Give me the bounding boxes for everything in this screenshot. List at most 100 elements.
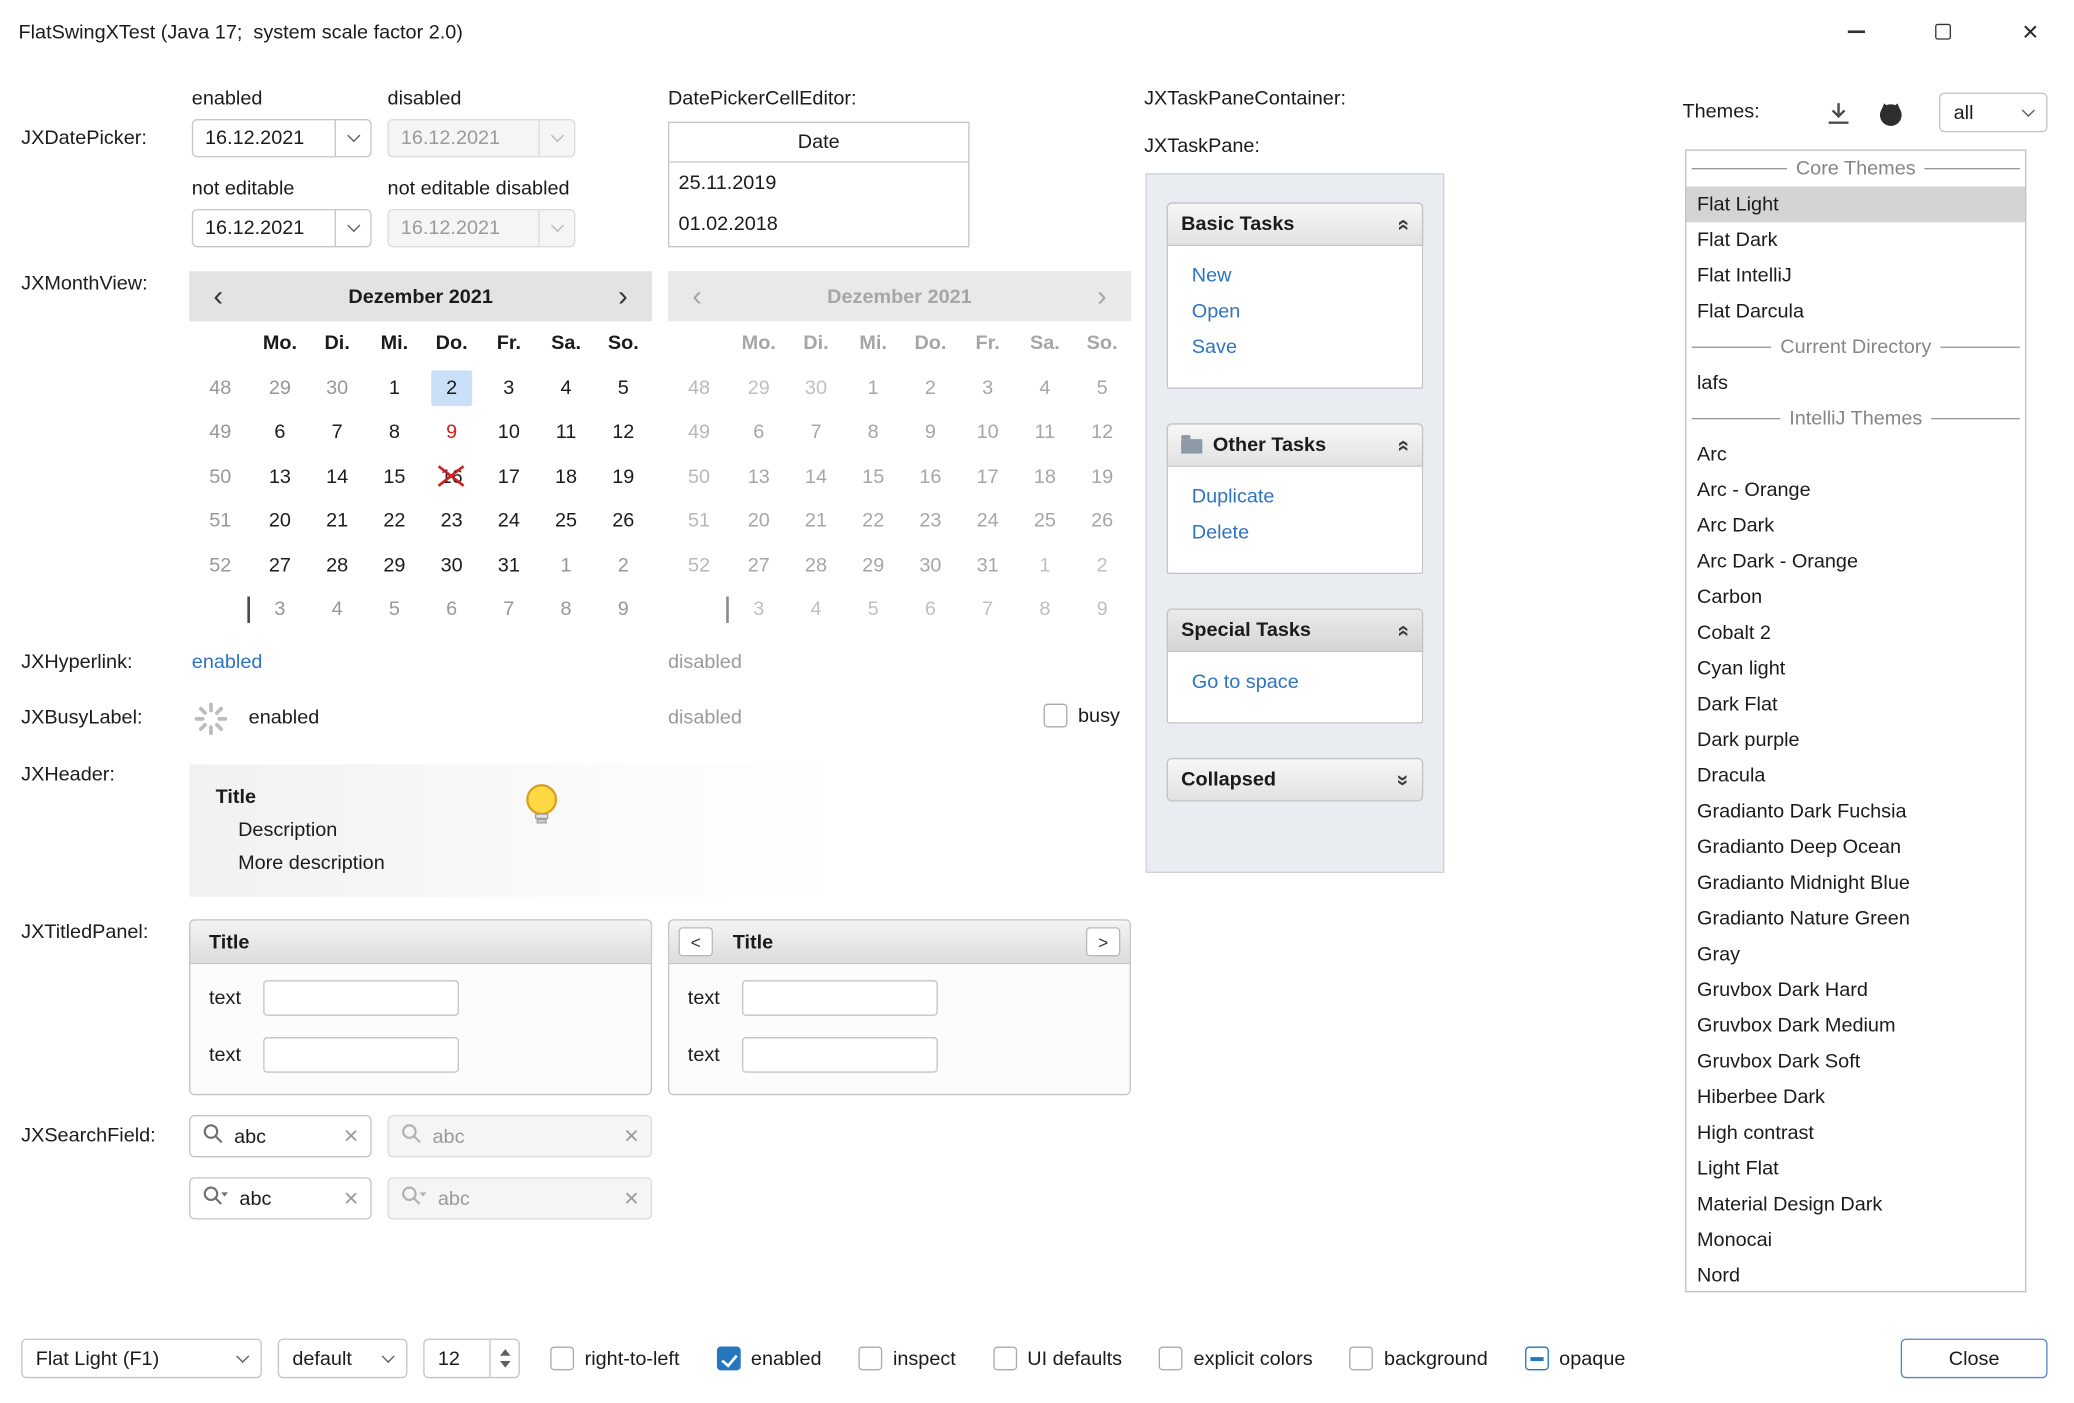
checkbox-enabled[interactable]: enabled	[717, 1347, 822, 1371]
theme-list-item[interactable]: Hiberbee Dark	[1686, 1079, 2025, 1115]
taskpane-header[interactable]: Collapsed«	[1167, 758, 1424, 802]
day-cell[interactable]: 1	[537, 543, 594, 587]
theme-list-item[interactable]: Arc - Orange	[1686, 472, 2025, 508]
checkbox-right-to-left[interactable]: right-to-left	[550, 1347, 679, 1371]
theme-list-item[interactable]: Flat Light	[1686, 187, 2025, 223]
search-dropdown-icon[interactable]	[202, 1185, 228, 1211]
day-cell[interactable]: 10	[480, 410, 537, 454]
day-cell[interactable]: 6	[423, 587, 480, 631]
theme-list-item[interactable]: lafs	[1686, 365, 2025, 401]
taskpane-header[interactable]: Basic Tasks«	[1167, 202, 1424, 246]
theme-list-item[interactable]: Gruvbox Dark Medium	[1686, 1008, 2025, 1044]
task-link[interactable]: Duplicate	[1168, 479, 1422, 515]
theme-list-item[interactable]: Cobalt 2	[1686, 615, 2025, 651]
next-month-icon[interactable]: ›	[594, 282, 652, 311]
theme-list-item[interactable]: Nord	[1686, 1258, 2025, 1292]
task-link[interactable]: Open	[1168, 294, 1422, 330]
datepicker-not-editable[interactable]: 16.12.2021	[192, 209, 372, 247]
theme-list-item[interactable]: Gruvbox Dark Hard	[1686, 972, 2025, 1008]
search-field-dropdown-enabled[interactable]: abc ×	[189, 1177, 372, 1219]
spinner-down-icon[interactable]	[499, 1361, 510, 1368]
day-cell[interactable]: 25	[537, 499, 594, 543]
day-cell[interactable]: 4	[537, 366, 594, 410]
theme-list-item[interactable]: Gray	[1686, 936, 2025, 972]
clear-icon[interactable]: ×	[344, 1186, 359, 1211]
search-field-enabled[interactable]: abc ×	[189, 1115, 372, 1157]
theme-list-item[interactable]: Carbon	[1686, 579, 2025, 615]
theme-list-item[interactable]: Arc Dark - Orange	[1686, 544, 2025, 580]
theme-list-item[interactable]: Monocai	[1686, 1222, 2025, 1258]
hyperlink-enabled[interactable]: enabled	[192, 651, 263, 673]
font-combo[interactable]: default	[278, 1339, 408, 1379]
day-cell[interactable]: 22	[366, 499, 423, 543]
panel-next-button[interactable]: >	[1086, 927, 1120, 956]
day-cell[interactable]: 24	[480, 499, 537, 543]
theme-list-item[interactable]: Material Design Dark	[1686, 1186, 2025, 1222]
theme-list-item[interactable]: Dark Flat	[1686, 686, 2025, 722]
day-cell[interactable]: 30	[423, 543, 480, 587]
day-cell[interactable]: 30	[309, 366, 366, 410]
table-row[interactable]: 01.02.2018	[669, 204, 968, 245]
day-cell[interactable]: 20	[251, 499, 308, 543]
laf-combo[interactable]: Flat Light (F1)	[21, 1339, 262, 1379]
day-cell[interactable]: 14	[309, 454, 366, 498]
task-link[interactable]: New	[1168, 258, 1422, 294]
text-field[interactable]	[742, 980, 938, 1016]
chevron-down-icon[interactable]	[335, 120, 371, 156]
clear-icon[interactable]: ×	[344, 1124, 359, 1149]
theme-list-item[interactable]: Gradianto Deep Ocean	[1686, 829, 2025, 865]
theme-list-item[interactable]: Dracula	[1686, 758, 2025, 794]
theme-list-item[interactable]: Arc Dark	[1686, 508, 2025, 544]
theme-list-item[interactable]: Gruvbox Dark Soft	[1686, 1044, 2025, 1080]
day-cell[interactable]: 21	[309, 499, 366, 543]
theme-list-item[interactable]: Dark purple	[1686, 722, 2025, 758]
theme-list-item[interactable]: Flat Darcula	[1686, 294, 2025, 330]
task-link[interactable]: Go to space	[1168, 664, 1422, 700]
checkbox-explicit-colors[interactable]: explicit colors	[1159, 1347, 1312, 1371]
day-cell[interactable]: 8	[366, 410, 423, 454]
table-row[interactable]: 25.11.2019	[669, 163, 968, 204]
minimize-button[interactable]	[1812, 0, 1899, 63]
day-cell[interactable]: 19	[595, 454, 652, 498]
day-cell[interactable]: 31	[480, 543, 537, 587]
day-cell[interactable]: 29	[251, 366, 308, 410]
day-cell[interactable]: 9	[595, 587, 652, 631]
day-cell[interactable]: 8	[537, 587, 594, 631]
task-link[interactable]: Save	[1168, 329, 1422, 365]
close-window-button[interactable]: ×	[1987, 0, 2074, 63]
checkbox-ui-defaults[interactable]: UI defaults	[993, 1347, 1122, 1371]
day-cell[interactable]: 2	[595, 543, 652, 587]
day-cell[interactable]: 5	[595, 366, 652, 410]
day-cell[interactable]: 13	[251, 454, 308, 498]
day-cell[interactable]: 5	[366, 587, 423, 631]
datepicker-enabled[interactable]: 16.12.2021	[192, 119, 372, 157]
theme-list-item[interactable]: Gradianto Nature Green	[1686, 901, 2025, 937]
day-cell[interactable]: 4	[309, 587, 366, 631]
day-cell[interactable]: 26	[595, 499, 652, 543]
day-cell[interactable]: 12	[595, 410, 652, 454]
day-cell[interactable]: 11	[537, 410, 594, 454]
taskpane-header[interactable]: Other Tasks«	[1167, 423, 1424, 467]
day-cell[interactable]: 7	[480, 587, 537, 631]
day-cell[interactable]: 27	[251, 543, 308, 587]
day-cell[interactable]: 28	[309, 543, 366, 587]
day-cell[interactable]: 1	[366, 366, 423, 410]
text-field[interactable]	[263, 980, 459, 1016]
theme-list-item[interactable]: Arc	[1686, 436, 2025, 472]
day-cell[interactable]: 2	[423, 366, 480, 410]
checkbox-opaque[interactable]: opaque	[1525, 1347, 1626, 1371]
panel-prev-button[interactable]: <	[679, 927, 713, 956]
theme-list-item[interactable]: Light Flat	[1686, 1151, 2025, 1187]
prev-month-icon[interactable]: ‹	[189, 282, 247, 311]
theme-list-item[interactable]: High contrast	[1686, 1115, 2025, 1151]
busy-checkbox[interactable]: busy	[1044, 704, 1120, 728]
taskpane-header[interactable]: Special Tasks«	[1167, 608, 1424, 652]
day-cell[interactable]: 18	[537, 454, 594, 498]
checkbox-inspect[interactable]: inspect	[859, 1347, 956, 1371]
chevron-down-icon[interactable]	[335, 210, 371, 246]
github-icon[interactable]	[1876, 98, 1906, 128]
day-cell[interactable]: 7	[309, 410, 366, 454]
text-field[interactable]	[263, 1037, 459, 1073]
font-size-spinner[interactable]: 12	[423, 1339, 520, 1379]
checkbox-background[interactable]: background	[1350, 1347, 1488, 1371]
